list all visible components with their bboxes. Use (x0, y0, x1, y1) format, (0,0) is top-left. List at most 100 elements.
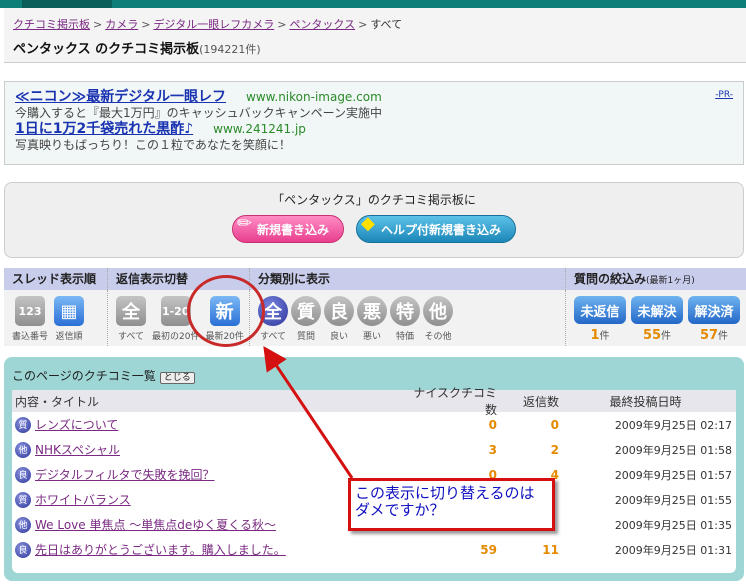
table-row: 質レンズについて 0 0 2009年9月25日 02:17 (12, 412, 736, 437)
unanswered-button[interactable]: 未返信 1件 (574, 296, 626, 346)
count-unit: 件 (599, 331, 610, 342)
category-sale-button[interactable]: 特特価 (390, 296, 420, 346)
help-post-label: ヘルプ付新規書き込み (381, 223, 502, 237)
beginner-mark-icon: ◆ (361, 213, 375, 234)
ad-url: www.nikon-image.com (246, 90, 382, 104)
other-icon: 他 (423, 296, 453, 326)
unresolved-count: 55件 (643, 327, 671, 343)
count-unit: 件 (661, 331, 672, 342)
breadcrumb-link[interactable]: デジタル一眼レフカメラ (153, 18, 274, 31)
title-cell: 他 NHKスペシャル (12, 441, 402, 458)
header-replies[interactable]: 返信数 (497, 393, 559, 410)
ad-headline[interactable]: ≪ニコン≫最新デジタル一眼レフ (15, 89, 226, 105)
sort-by-number-button[interactable]: 123 書込番号 (12, 296, 48, 346)
thread-link[interactable]: ホワイトバランス (35, 491, 131, 508)
title-cell: 質ホワイトバランス (12, 491, 402, 508)
button-caption: すべて (117, 332, 144, 342)
post-label: 「ペンタックス」のクチコミ掲示板に (272, 193, 476, 207)
title-cell: 良先日はありがとうございます。購入しました。 (12, 541, 402, 558)
title-cell: 質レンズについて (12, 416, 402, 433)
breadcrumb-sep: > (93, 18, 103, 31)
count-value: 55 (642, 328, 662, 343)
title-cell: 良デジタルフィルタで失敗を挽回？ (12, 466, 402, 483)
nice-count: 0 (488, 417, 497, 432)
active-tab[interactable] (22, 0, 112, 8)
unresolved-button[interactable]: 未解決 55件 (631, 296, 683, 346)
thread-link[interactable]: 先日はありがとうございます。購入しました。 (35, 541, 286, 558)
thread-order-heading: スレッド表示順 (4, 268, 108, 290)
page-title: ペンタックス のクチコミ掲示板(194221件) (13, 38, 737, 57)
ad-desc: 今購入すると『最大1万円』のキャッシュバックキャンペーン実施中 (15, 106, 383, 120)
category-good-button[interactable]: 良良い (324, 296, 354, 346)
unanswered-label: 未返信 (574, 296, 626, 324)
annotation-note: この表示に切り替えるのはダメですか？ (348, 478, 555, 531)
close-button[interactable]: とじる (159, 372, 195, 384)
ad-url: www.241241.jp (213, 122, 306, 136)
button-caption: その他 (424, 332, 452, 342)
button-caption: 最初の20件 (152, 332, 200, 342)
post-count: (194221件) (199, 43, 261, 56)
post-panel: 「ペンタックス」のクチコミ掲示板に ✏ 新規書き込み ◆ ヘルプ付新規書き込み (4, 182, 744, 258)
pencil-icon: ✏ (236, 213, 253, 234)
filter-bar: スレッド表示順 返信表示切替 分類別に表示 質問の絞込み(最新1ヶ月) 123 書… (4, 268, 746, 346)
nice-count: 3 (488, 442, 497, 457)
category-question-button[interactable]: 質質問 (291, 296, 321, 346)
new-post-button[interactable]: ✏ 新規書き込み (231, 213, 344, 243)
unanswered-count: 1件 (590, 327, 609, 343)
category-icon: 他 (15, 516, 31, 533)
last-post-date: 2009年9月25日 01:55 (614, 493, 732, 507)
last-post-date: 2009年9月25日 01:58 (614, 443, 732, 457)
breadcrumb-current: すべて (370, 18, 403, 31)
last-post-date: 2009年9月25日 01:35 (614, 518, 732, 532)
breadcrumb-sep: > (358, 18, 368, 31)
category-icon: 他 (15, 441, 31, 458)
resolved-button[interactable]: 解決済 57件 (688, 296, 740, 346)
button-caption: 悪い (362, 332, 381, 342)
page-title-text: ペンタックス のクチコミ掲示板 (13, 42, 200, 57)
thread-link[interactable]: NHKスペシャル (35, 441, 120, 458)
thread-link[interactable]: レンズについて (35, 416, 118, 433)
category-icon: 質 (15, 416, 31, 433)
good-icon: 良 (324, 296, 354, 326)
question-icon: 質 (291, 296, 321, 326)
button-caption: 書込番号 (12, 332, 49, 342)
category-icon: 質 (15, 491, 31, 508)
sort-by-reply-button[interactable]: ▦ 返信順 (54, 296, 85, 346)
thread-link[interactable]: デジタルフィルタで失敗を挽回？ (35, 466, 215, 483)
page-header: クチコミ掲示板 > カメラ > デジタル一眼レフカメラ > ペンタックス > すべて ペンタック… (4, 8, 746, 63)
header-title[interactable]: 内容・タイトル (12, 393, 402, 410)
button-caption: 特価 (395, 332, 414, 342)
breadcrumb-link[interactable]: クチコミ掲示板 (13, 18, 90, 31)
button-caption: すべて (259, 332, 286, 342)
last-post-date: 2009年9月25日 01:31 (614, 543, 732, 557)
resolved-label: 解決済 (688, 296, 740, 324)
thread-link[interactable]: We Love 単焦点 ～単焦点deゆく夏くる秋～ (35, 516, 276, 533)
help-post-button[interactable]: ◆ ヘルプ付新規書き込み (356, 213, 517, 243)
pr-link[interactable]: -PR- (715, 87, 733, 103)
top-nav-bar (0, 0, 746, 8)
category-icon: 良 (15, 466, 31, 483)
sale-icon: 特 (390, 296, 420, 326)
header-date[interactable]: 最終投稿日時 (559, 393, 736, 410)
header-nice[interactable]: ナイスクチコミ数 (402, 384, 497, 418)
ad-box: -PR- ≪ニコン≫最新デジタル一眼レフ www.nikon-image.com … (4, 81, 744, 165)
reply-all-button[interactable]: 全すべて (116, 296, 146, 346)
list-title: このページのクチコミ一覧 (12, 369, 156, 383)
button-caption: 良い (329, 332, 348, 342)
button-caption: 質問 (296, 332, 315, 342)
table-row: 他 NHKスペシャル 3 2 2009年9月25日 01:58 (12, 437, 736, 462)
breadcrumb-link[interactable]: ペンタックス (289, 18, 355, 31)
category-bad-button[interactable]: 悪悪い (357, 296, 387, 346)
breadcrumb-sep: > (141, 18, 151, 31)
breadcrumb-link[interactable]: カメラ (105, 18, 138, 31)
nice-count: 59 (480, 542, 497, 557)
table-row: 良先日はありがとうございます。購入しました。 59 11 2009年9月25日 01:… (12, 537, 736, 562)
number-icon: 123 (15, 296, 45, 326)
ad-headline[interactable]: 1日に1万2千袋売れた黒酢♪ (15, 121, 193, 137)
category-other-button[interactable]: 他その他 (423, 296, 453, 346)
question-filter-title: 質問の絞込み (574, 272, 647, 286)
ad-desc: 写真映りもばっちり！この１粒であなたを笑顔に！ (15, 138, 291, 152)
all-icon: 全 (116, 296, 146, 326)
bad-icon: 悪 (357, 296, 387, 326)
new-post-label: 新規書き込み (256, 223, 329, 237)
